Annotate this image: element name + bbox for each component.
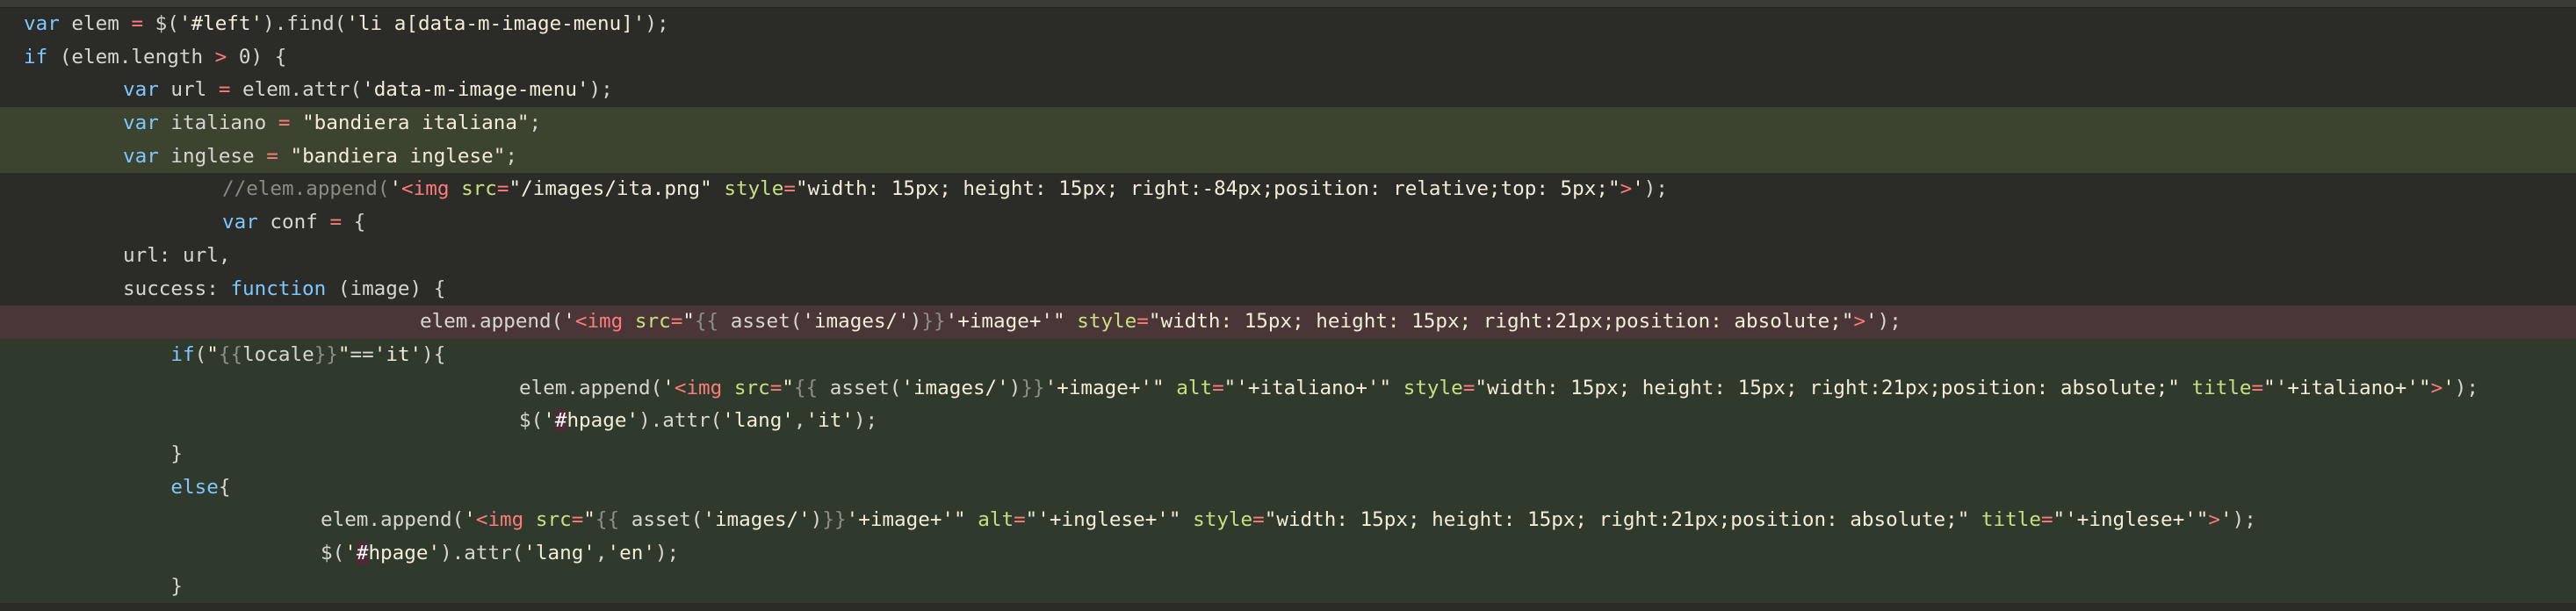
code-line-4[interactable]: var italiano = "bandiera italiana";	[0, 107, 2576, 140]
code-line-1[interactable]: var elem = $('#left').find('li a[data-m-…	[0, 8, 2576, 41]
code-line-15[interactable]: else{	[0, 471, 2576, 505]
code-editor[interactable]: var elem = $('#left').find('li a[data-m-…	[0, 0, 2576, 611]
code-line-3[interactable]: var url = elem.attr('data-m-image-menu')…	[0, 74, 2576, 107]
code-line-6[interactable]: //elem.append('<img src="/images/ita.png…	[0, 173, 2576, 206]
editor-top-border	[0, 0, 2576, 8]
code-line-11[interactable]: if("{{locale}}"=='it'){	[0, 338, 2576, 372]
code-line-2[interactable]: if (elem.length > 0) {	[0, 41, 2576, 75]
code-line-9[interactable]: success: function (image) {	[0, 273, 2576, 306]
code-line-17[interactable]: $('#hpage').attr('lang','en');	[0, 537, 2576, 571]
code-line-7[interactable]: var conf = {	[0, 206, 2576, 240]
code-line-10[interactable]: elem.append('<img src="{{ asset('images/…	[0, 306, 2576, 339]
code-line-8[interactable]: url: url,	[0, 240, 2576, 273]
code-line-5[interactable]: var inglese = "bandiera inglese";	[0, 140, 2576, 174]
code-line-16[interactable]: elem.append('<img src="{{ asset('images/…	[0, 504, 2576, 537]
code-line-13[interactable]: $('#hpage').attr('lang','it');	[0, 405, 2576, 438]
code-line-12[interactable]: elem.append('<img src="{{ asset('images/…	[0, 371, 2576, 406]
code-line-14[interactable]: }	[0, 437, 2576, 471]
code-line-18[interactable]: }	[0, 570, 2576, 604]
